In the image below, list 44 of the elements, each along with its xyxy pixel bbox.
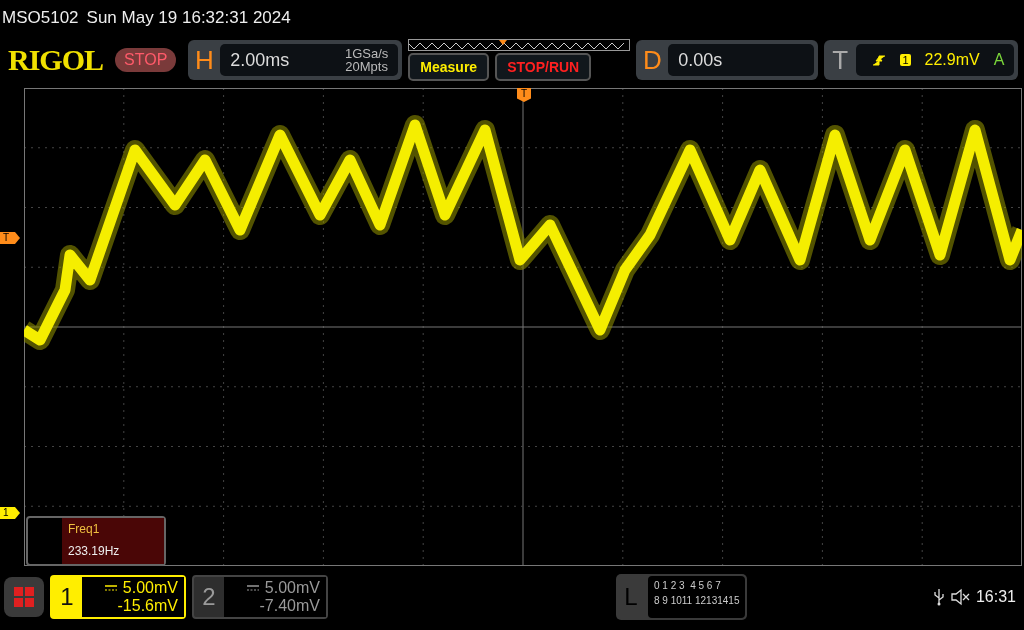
- horizontal-label: H: [193, 44, 215, 76]
- delay-label: D: [641, 44, 663, 76]
- memory-depth: 20Mpts: [344, 60, 389, 73]
- trigger-source: 1: [900, 54, 911, 66]
- clock-time: 16:31: [975, 588, 1016, 606]
- channel-offset: -7.40mV: [259, 597, 320, 615]
- trigger-mode: A: [993, 51, 1005, 69]
- channel-offset: -15.6mV: [117, 597, 178, 615]
- trigger-position-marker[interactable]: T: [517, 88, 531, 102]
- logic-channel-numbers: 8 9 1011 12131415: [654, 595, 740, 606]
- channel-panel[interactable]: 2 5.00mV -7.40mV: [192, 575, 328, 619]
- trigger-level-marker[interactable]: T: [0, 232, 20, 244]
- measure-button[interactable]: Measure: [408, 53, 490, 81]
- horizontal-panel[interactable]: H 2.00ms 1GSa/s 20Mpts: [188, 40, 403, 80]
- trigger-panel[interactable]: T 1 22.9mV A: [824, 40, 1019, 80]
- speaker-muted-icon: [949, 588, 970, 606]
- sample-rate: 1GSa/s: [344, 47, 389, 60]
- logic-panel[interactable]: L 0 1 2 3 4 5 6 7 8 9 1011 12131415: [616, 574, 748, 620]
- usb-icon: [933, 588, 944, 606]
- dc-coupling-icon: [104, 585, 117, 591]
- measurement-name: Freq1: [68, 522, 101, 536]
- stop-run-button[interactable]: STOP/RUN: [495, 53, 592, 81]
- delay-value: 0.00s: [678, 49, 723, 71]
- delay-panel[interactable]: D 0.00s: [636, 40, 819, 80]
- date-time: Sun May 19 16:32:31 2024: [86, 8, 291, 28]
- channel-offset-marker[interactable]: 1: [0, 507, 20, 519]
- logic-channel-numbers: 0 1 2 3 4 5 6 7: [654, 580, 722, 591]
- trigger-label: T: [831, 44, 850, 76]
- channel-scale: 5.00mV: [122, 579, 178, 597]
- dc-coupling-icon: [246, 585, 259, 591]
- channel-panel[interactable]: 1 5.00mV -15.6mV: [50, 575, 186, 619]
- channel-scale: 5.00mV: [264, 579, 320, 597]
- model-name: MSO5102: [2, 8, 79, 28]
- channel-number: 2: [201, 582, 217, 612]
- rising-edge-icon: [872, 53, 887, 67]
- channel-number: 1: [59, 582, 75, 612]
- trigger-level: 22.9mV: [924, 51, 980, 69]
- run-state-indicator: STOP: [115, 48, 177, 72]
- measurement-value: 233.19Hz: [68, 544, 121, 558]
- brand-logo: RIGOL: [8, 43, 104, 77]
- timebase-value: 2.00ms: [230, 49, 290, 71]
- logic-label: L: [623, 582, 639, 612]
- menu-button[interactable]: [4, 577, 44, 617]
- grid-squares-icon: [14, 587, 34, 607]
